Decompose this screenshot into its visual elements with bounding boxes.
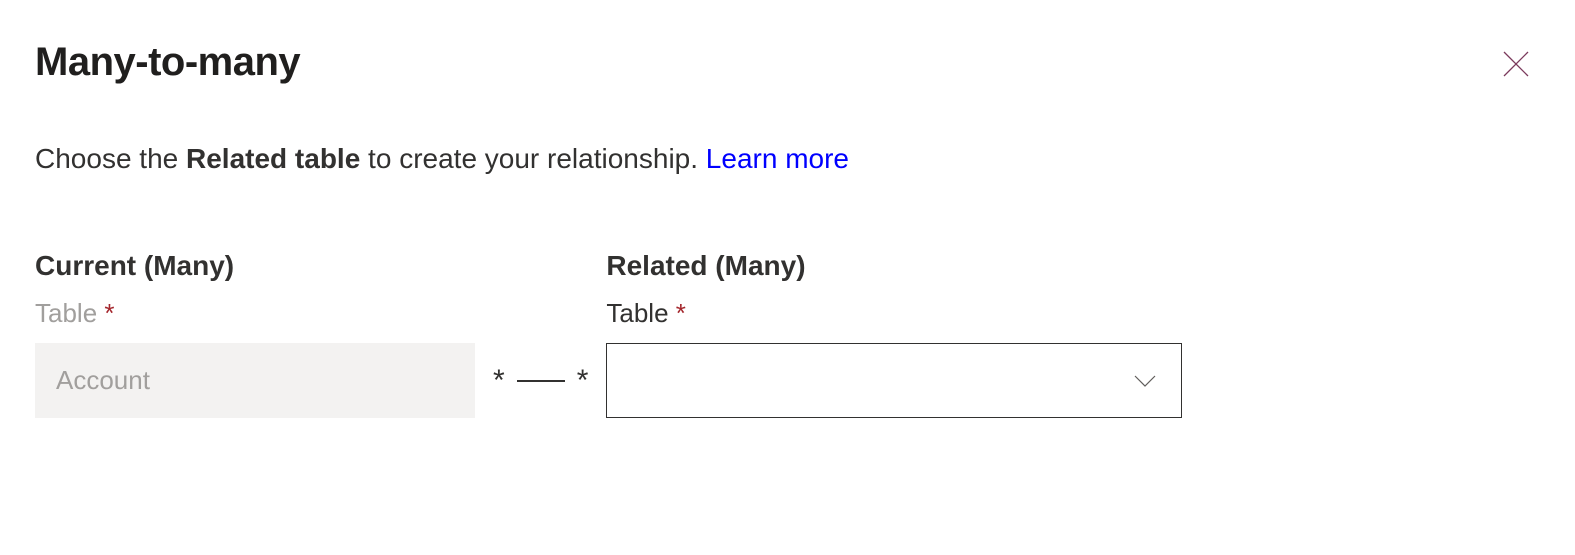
related-heading: Related (Many): [606, 250, 1182, 282]
current-table-column: Current (Many) Table * Account: [35, 250, 475, 418]
connector-star-right: *: [577, 366, 589, 396]
current-table-field: Account: [35, 343, 475, 418]
current-table-value: Account: [56, 365, 150, 396]
learn-more-link[interactable]: Learn more: [706, 143, 849, 174]
current-heading: Current (Many): [35, 250, 475, 282]
close-icon: [1500, 48, 1532, 80]
related-table-label-text: Table: [606, 298, 668, 328]
required-marker: *: [104, 298, 114, 328]
connector-line: [517, 380, 565, 382]
required-marker: *: [676, 298, 686, 328]
panel-title: Many-to-many: [35, 40, 300, 85]
relationship-connector: * *: [475, 343, 606, 418]
description-suffix: to create your relationship.: [360, 143, 706, 174]
connector-star-left: *: [493, 366, 505, 396]
description-prefix: Choose the: [35, 143, 186, 174]
related-table-column: Related (Many) Table *: [606, 250, 1182, 418]
panel-description: Choose the Related table to create your …: [35, 143, 1540, 175]
current-table-label-text: Table: [35, 298, 97, 328]
description-bold: Related table: [186, 143, 360, 174]
current-table-label: Table *: [35, 298, 475, 329]
related-table-label: Table *: [606, 298, 1182, 329]
relationship-form-row: Current (Many) Table * Account * * Relat…: [35, 250, 1540, 418]
chevron-down-icon: [1129, 365, 1161, 397]
related-table-dropdown[interactable]: [606, 343, 1182, 418]
close-button[interactable]: [1492, 40, 1540, 88]
